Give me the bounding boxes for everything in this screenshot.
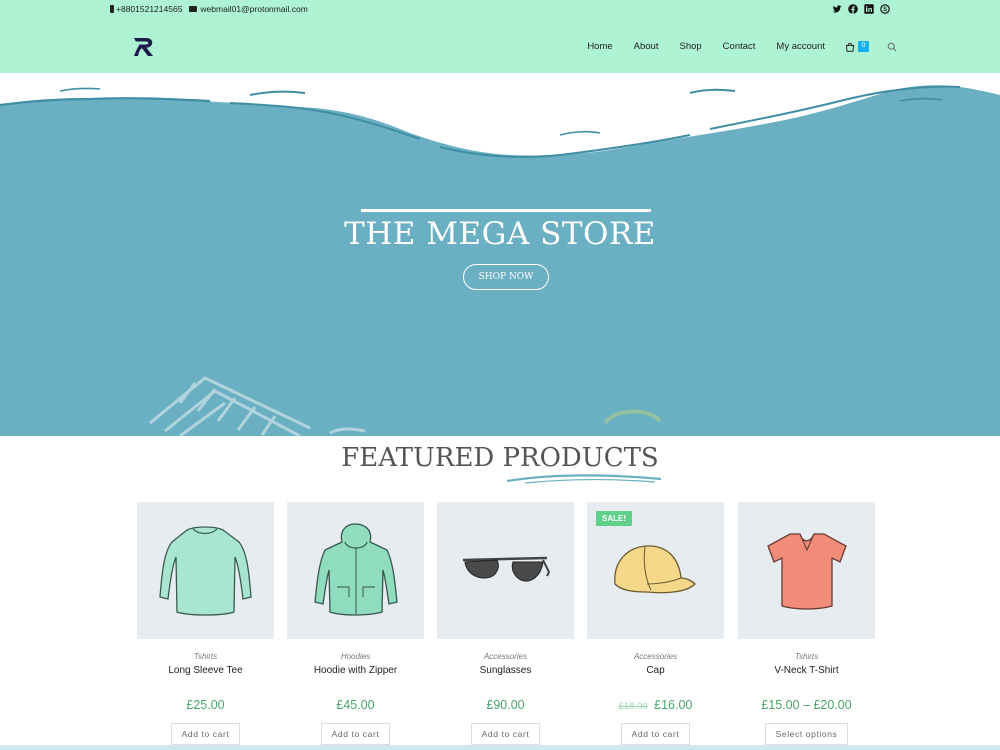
product-card: Tshirts V-Neck T-Shirt £15.00 – £20.00 S… <box>738 502 875 750</box>
product-name[interactable]: V-Neck T-Shirt <box>738 665 875 679</box>
facebook-icon[interactable] <box>848 4 858 14</box>
contact-info: +8801521214565 webmail01@protonmail.com <box>110 4 308 14</box>
product-price: £90.00 <box>437 698 574 714</box>
skype-icon[interactable]: S <box>880 4 890 14</box>
product-category[interactable]: Tshirts <box>738 652 875 662</box>
heading-underline-decoration <box>506 474 662 484</box>
add-to-cart-button[interactable]: Add to cart <box>620 723 691 745</box>
add-to-cart-button[interactable]: Add to cart <box>170 723 241 745</box>
add-to-cart-button[interactable]: Add to cart <box>470 723 541 745</box>
product-card: Accessories Sunglasses £90.00 Add to car… <box>437 502 574 750</box>
product-price: £25.00 <box>137 698 274 714</box>
product-price-current: £15.00 – £20.00 <box>761 698 852 712</box>
product-price-old: £18.00 <box>618 701 648 712</box>
product-price: £15.00 – £20.00 <box>738 698 875 714</box>
product-price: £18.00 £16.00 <box>587 698 724 714</box>
phone-icon <box>110 5 114 13</box>
product-category[interactable]: Accessories <box>437 652 574 662</box>
featured-products-heading: FEATURED PRODUCTS <box>341 443 659 473</box>
twitter-icon[interactable] <box>832 4 842 14</box>
nav-my-account[interactable]: My account <box>776 41 825 52</box>
nav-home[interactable]: Home <box>587 41 612 52</box>
shopping-bag-icon <box>845 42 855 52</box>
sale-badge: SALE! <box>596 511 632 526</box>
product-image[interactable] <box>437 502 574 639</box>
main-navigation: Home About Shop Contact My account 0 <box>587 41 897 52</box>
product-price-current: £90.00 <box>486 698 525 712</box>
envelope-icon <box>189 6 198 12</box>
hoodie-image <box>314 523 398 616</box>
product-name[interactable]: Long Sleeve Tee <box>137 665 274 679</box>
select-options-button[interactable]: Select options <box>764 723 849 745</box>
product-image[interactable] <box>738 502 875 639</box>
svg-text:S: S <box>883 7 887 13</box>
v-neck-tshirt-image <box>767 533 847 610</box>
nav-contact[interactable]: Contact <box>723 41 756 52</box>
email-address[interactable]: webmail01@protonmail.com <box>200 4 307 14</box>
product-price-current: £25.00 <box>186 698 225 712</box>
product-category[interactable]: Hoodies <box>287 652 424 662</box>
long-sleeve-tee-image <box>159 526 252 616</box>
product-name[interactable]: Hoodie with Zipper <box>287 665 424 679</box>
nav-shop[interactable]: Shop <box>679 41 701 52</box>
site-header: +8801521214565 webmail01@protonmail.com … <box>0 0 1000 73</box>
product-card: Hoodies Hoodie with Zipper £45.00 Add to… <box>287 502 424 750</box>
product-image[interactable] <box>137 502 274 639</box>
cart-count-badge: 0 <box>858 41 869 52</box>
cart-button[interactable]: 0 <box>845 41 869 52</box>
linkedin-icon[interactable] <box>864 4 874 14</box>
product-grid: Tshirts Long Sleeve Tee £25.00 Add to ca… <box>137 502 875 750</box>
shop-now-button[interactable]: SHOP NOW <box>463 264 549 290</box>
product-category[interactable]: Tshirts <box>137 652 274 662</box>
hero-title: THE MEGA STORE <box>344 216 656 252</box>
top-bar: +8801521214565 webmail01@protonmail.com … <box>110 4 890 18</box>
social-links: S <box>832 4 890 14</box>
phone-number[interactable]: +8801521214565 <box>116 4 182 14</box>
product-image[interactable]: SALE! <box>587 502 724 639</box>
add-to-cart-button[interactable]: Add to cart <box>320 723 391 745</box>
product-card: Tshirts Long Sleeve Tee £25.00 Add to ca… <box>137 502 274 750</box>
product-price-current: £45.00 <box>336 698 375 712</box>
product-category[interactable]: Accessories <box>587 652 724 662</box>
hero-banner: THE MEGA STORE SHOP NOW <box>0 73 1000 436</box>
product-name[interactable]: Cap <box>587 665 724 679</box>
sunglasses-image <box>462 556 551 582</box>
hero-title-rule <box>361 209 651 212</box>
page-bottom-divider <box>0 745 1000 750</box>
product-card: SALE! Accessories Cap £18.00 £16.00 Add … <box>587 502 724 750</box>
site-logo[interactable] <box>133 37 155 57</box>
product-price-current: £16.00 <box>654 698 693 712</box>
hero-wave-decoration <box>0 73 1000 436</box>
product-price: £45.00 <box>287 698 424 714</box>
product-name[interactable]: Sunglasses <box>437 665 574 679</box>
product-image[interactable] <box>287 502 424 639</box>
nav-about[interactable]: About <box>634 41 659 52</box>
search-icon[interactable] <box>887 42 897 52</box>
